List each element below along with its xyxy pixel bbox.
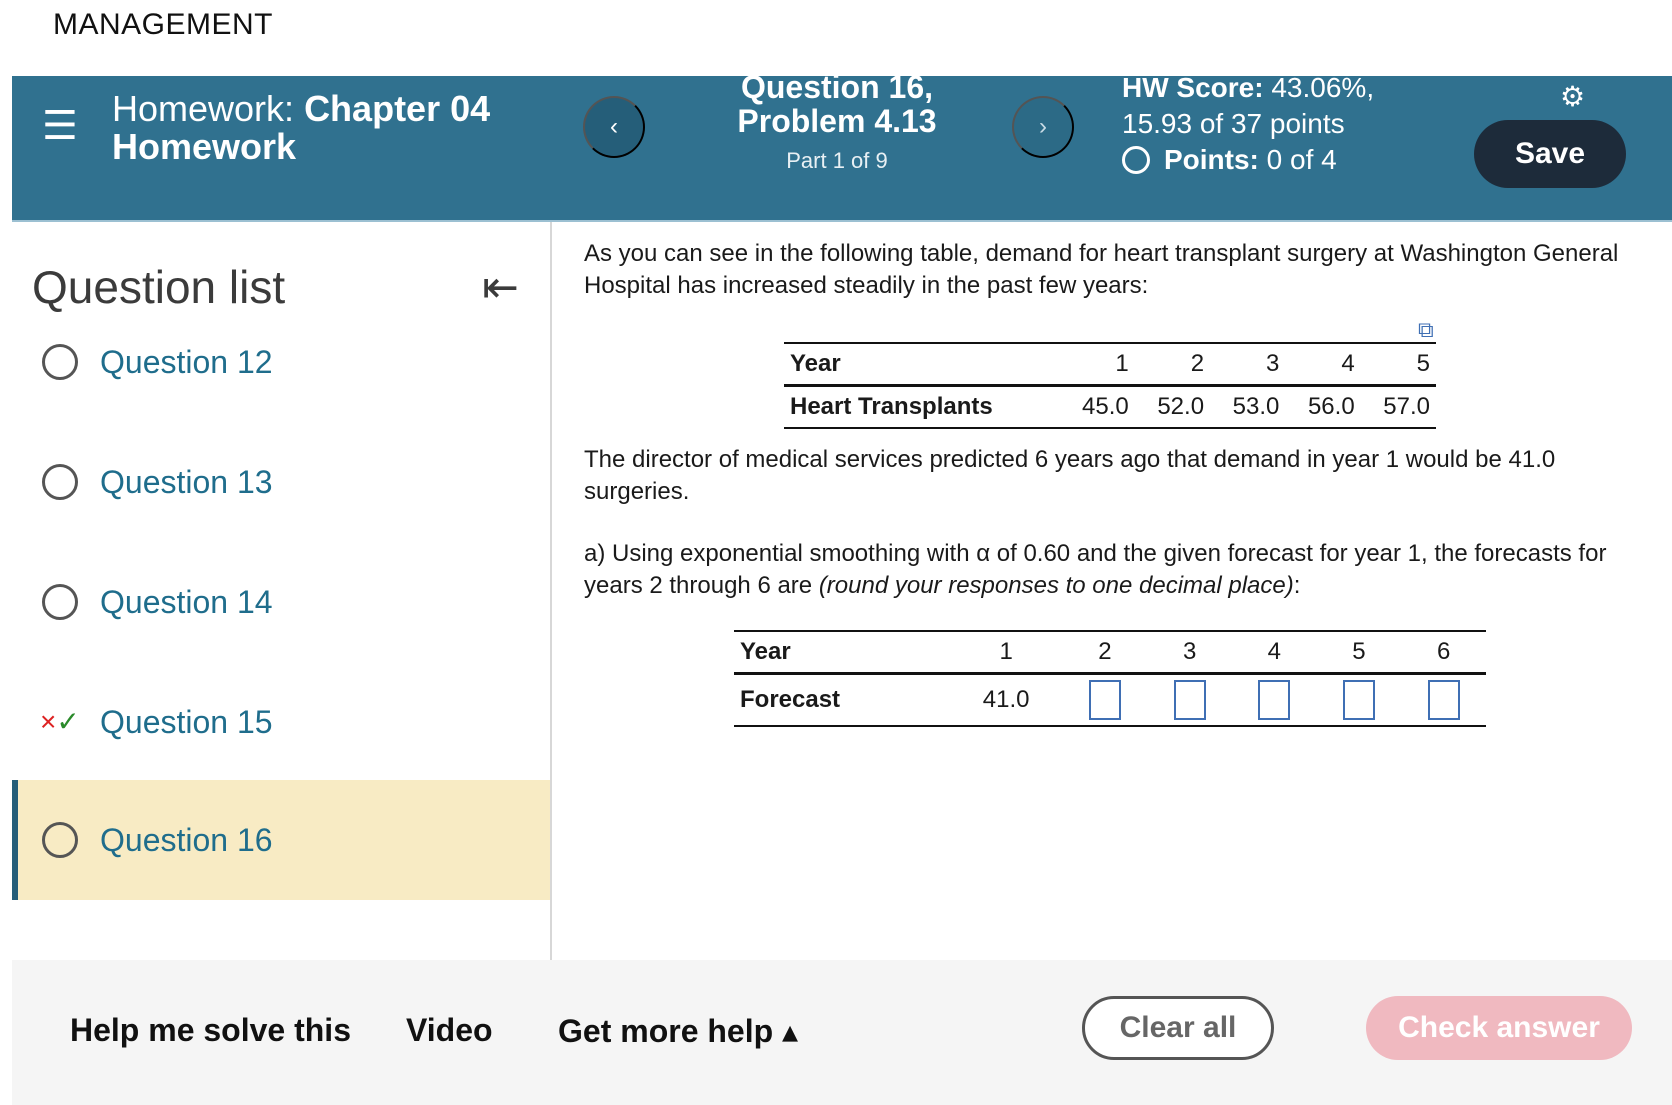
table-cell: 4	[1231, 631, 1317, 675]
table-cell: 56.0	[1285, 385, 1361, 429]
question-title: Question 16, Problem 4.13	[737, 69, 937, 139]
table-cell: 6	[1401, 631, 1486, 675]
question-link[interactable]: Question 16	[100, 822, 273, 859]
forecast-input-year3[interactable]	[1173, 679, 1206, 720]
table-header: Year	[734, 631, 950, 675]
table-cell: 52.0	[1134, 385, 1211, 429]
unanswered-circle-icon	[42, 464, 78, 500]
table-cell: 2	[1062, 631, 1148, 675]
table-header: Heart Transplants	[784, 385, 1060, 429]
help-me-solve-button[interactable]: Help me solve this	[70, 1012, 351, 1049]
get-more-help-button[interactable]: Get more help ▴	[558, 1012, 798, 1050]
question-list-item[interactable]: Question 14	[12, 542, 550, 662]
next-question-button[interactable]: ›	[1012, 96, 1074, 158]
director-text: The director of medical services predict…	[584, 446, 1556, 505]
table-cell	[1147, 673, 1232, 727]
table-cell: 4	[1285, 343, 1361, 387]
save-button[interactable]: Save	[1474, 120, 1626, 188]
unanswered-circle-icon	[42, 822, 78, 858]
score-panel: HW Score: 43.06%, 15.93 of 37 points Poi…	[1122, 70, 1374, 178]
hw-score-value: 43.06%,	[1271, 72, 1375, 103]
rounding-note: (round your responses to one decimal pla…	[818, 572, 1294, 599]
homework-name-line2: Homework	[112, 126, 297, 167]
unanswered-circle-icon	[42, 344, 78, 380]
table-cell: 1	[949, 631, 1063, 675]
points-value: 0 of 4	[1266, 144, 1337, 175]
table-cell	[1231, 673, 1317, 727]
table-cell: 45.0	[1059, 385, 1135, 429]
table-cell	[1316, 673, 1402, 727]
question-list-item[interactable]: Question 12	[12, 302, 550, 422]
gear-icon[interactable]: ⚙	[1560, 80, 1585, 113]
question-list-item[interactable]: Question 13	[12, 422, 550, 542]
clear-all-button[interactable]: Clear all	[1082, 996, 1274, 1060]
table-cell: 1	[1059, 343, 1135, 387]
question-info: Question 16, Problem 4.13 Part 1 of 9	[692, 70, 982, 174]
homework-prefix: Homework:	[112, 88, 295, 129]
table-cell: 5	[1316, 631, 1402, 675]
action-footer: Help me solve this Video Get more help ▴…	[12, 960, 1672, 1105]
table-cell: 2	[1134, 343, 1211, 387]
unanswered-circle-icon	[42, 584, 78, 620]
part-a-text: a) Using exponential smoothing with α of…	[584, 540, 1607, 599]
table-cell: 53.0	[1210, 385, 1286, 429]
forecast-input-year4[interactable]	[1258, 679, 1291, 720]
part-indicator: Part 1 of 9	[786, 148, 888, 173]
forecast-input-year2[interactable]	[1088, 679, 1121, 720]
video-button[interactable]: Video	[406, 1012, 493, 1049]
table-cell: 57.0	[1360, 385, 1436, 429]
question-link[interactable]: Question 13	[100, 464, 273, 501]
table-cell: 5	[1360, 343, 1436, 387]
check-answer-button[interactable]: Check answer	[1366, 996, 1632, 1060]
question-link[interactable]: Question 14	[100, 584, 273, 621]
previous-question-button[interactable]: ‹	[583, 96, 645, 158]
forecast-input-year6[interactable]	[1427, 679, 1460, 720]
question-list-item-current[interactable]: Question 16	[12, 780, 550, 900]
homework-title: Homework: Chapter 04 Homework	[112, 90, 490, 166]
question-intro: As you can see in the following table, d…	[584, 240, 1619, 299]
question-link[interactable]: Question 12	[100, 344, 273, 381]
question-list-item[interactable]: ×✓ Question 15	[12, 662, 550, 782]
table-cell: 41.0	[949, 673, 1063, 727]
hamburger-menu-icon[interactable]: ☰	[42, 106, 78, 146]
partial-credit-icon: ×✓	[40, 706, 80, 737]
forecast-table: Year 1 2 3 4 5 6 Forecast 41.0	[734, 630, 1486, 727]
hw-points: 15.93 of 37 points	[1122, 108, 1345, 139]
hw-score-label: HW Score:	[1122, 72, 1264, 103]
points-status-icon	[1122, 146, 1150, 174]
demand-table: Year 1 2 3 4 5 Heart Transplants 45.0 52…	[784, 342, 1436, 429]
points-label: Points:	[1164, 144, 1259, 175]
table-cell	[1401, 673, 1486, 727]
section-title: MANAGEMENT	[53, 8, 274, 41]
table-cell	[1062, 673, 1148, 727]
forecast-input-year5[interactable]	[1342, 679, 1375, 720]
assignment-header: ☰ Homework: Chapter 04 Homework ‹ Questi…	[12, 70, 1672, 222]
question-link[interactable]: Question 15	[100, 704, 273, 741]
table-cell: 3	[1210, 343, 1286, 387]
table-cell: 3	[1147, 631, 1232, 675]
homework-name-line1: Chapter 04	[304, 88, 491, 129]
table-header: Forecast	[734, 673, 950, 727]
question-list-sidebar: Question list ⇤ Question 12 Question 13 …	[12, 222, 552, 960]
table-header: Year	[784, 343, 1060, 387]
